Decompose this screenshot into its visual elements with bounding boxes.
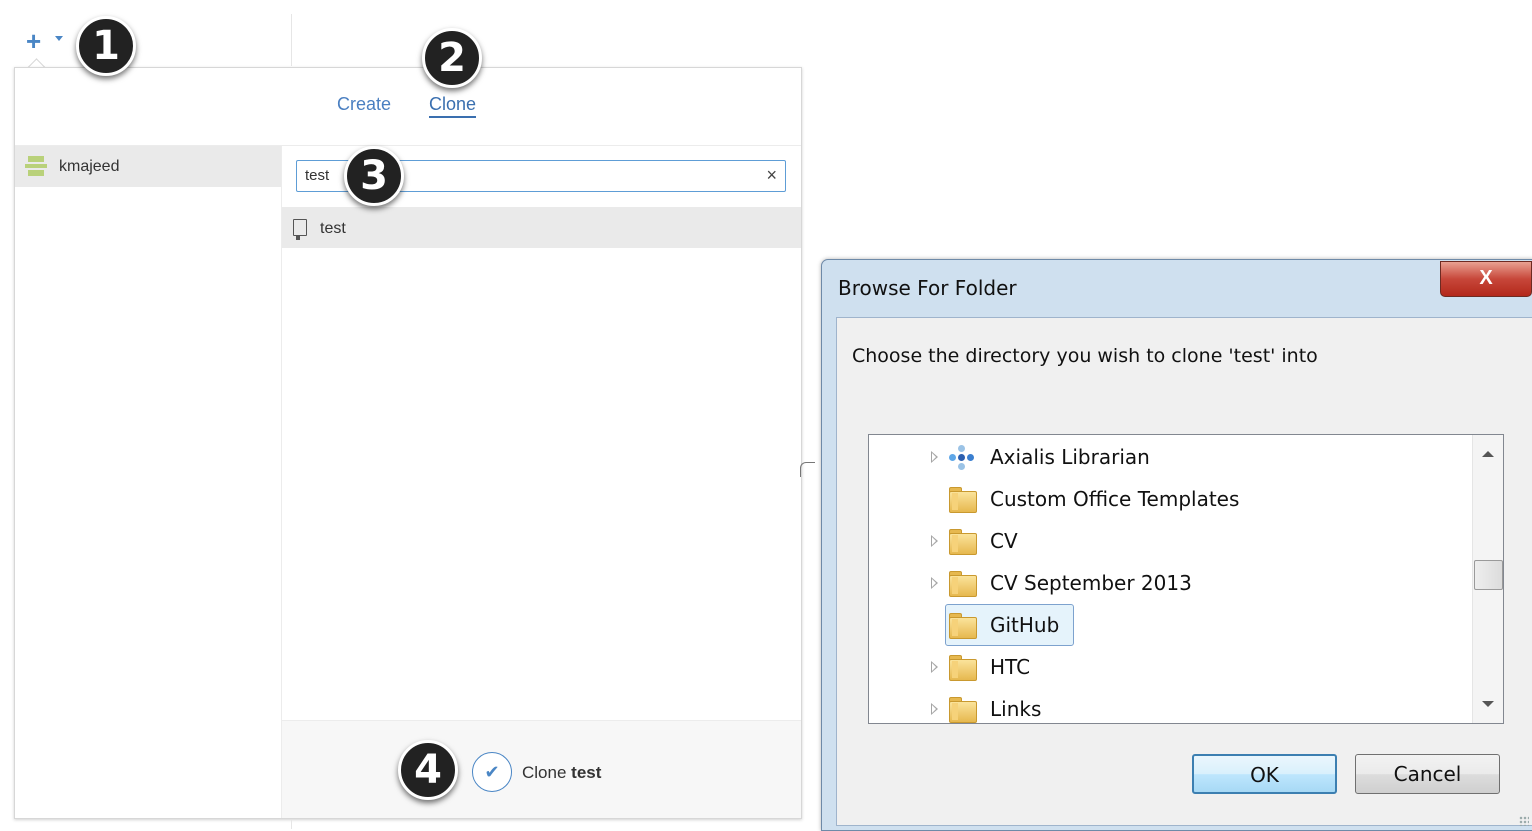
scroll-up-icon[interactable] [1482,451,1494,457]
expand-arrow-icon[interactable] [931,535,938,547]
tree-item-htc[interactable]: HTC [869,647,1469,687]
close-icon[interactable]: X [1440,261,1532,297]
add-repository-button[interactable]: + [26,28,41,54]
connector-mark [800,462,815,477]
expand-arrow-icon[interactable] [931,703,938,715]
step-badge-3: 3 [344,146,404,206]
scroll-down-icon[interactable] [1482,701,1494,707]
folder-icon [949,529,977,555]
chevron-down-icon[interactable] [55,36,63,41]
scrollbar-thumb[interactable] [1474,560,1503,590]
tree-item-label: Custom Office Templates [990,487,1240,511]
ok-button[interactable]: OK [1192,754,1337,794]
expand-arrow-icon[interactable] [931,661,938,673]
folder-icon [949,655,977,681]
tree-item-cv-september-2013[interactable]: CV September 2013 [869,563,1469,603]
avatar [25,156,47,176]
tree-item-custom-office-templates[interactable]: Custom Office Templates [869,479,1469,519]
account-name: kmajeed [59,158,120,175]
tree-item-github[interactable]: GitHub [869,604,1469,646]
toolbar-divider [291,14,292,66]
step-badge-2: 2 [422,28,482,88]
clear-icon[interactable]: × [766,165,777,186]
clone-button-label: Clone test [522,763,602,782]
check-icon: ✔ [472,752,512,792]
panel-tabs: Create Clone [15,68,801,146]
add-clone-panel: Create Clone kmajeed test × test ✔ Clone… [14,67,802,819]
tab-create[interactable]: Create [337,94,391,115]
folder-icon [949,613,977,639]
folder-icon [949,487,977,513]
dialog-title: Browse For Folder [838,276,1017,300]
tree-scrollbar[interactable] [1472,435,1503,723]
folder-icon [949,697,977,723]
repository-item[interactable]: test [282,207,801,248]
folder-tree[interactable]: Axialis Librarian Custom Office Template… [868,434,1504,724]
tab-clone[interactable]: Clone [429,94,477,118]
repositories-pane: test × test ✔ Clone test [282,146,801,818]
tree-item-label: CV [990,529,1018,553]
tree-item-label: GitHub [990,613,1060,637]
toolbar-divider-bottom [291,820,292,829]
expand-arrow-icon[interactable] [931,577,938,589]
repository-name: test [320,220,346,237]
step-badge-1: 1 [76,16,136,76]
expand-arrow-icon[interactable] [931,451,938,463]
repo-icon [293,219,307,240]
resize-grip-icon[interactable] [1519,816,1529,826]
browse-folder-dialog: Browse For Folder X Choose the directory… [821,259,1532,831]
account-item[interactable]: kmajeed [15,146,281,187]
axialis-icon [949,445,977,471]
accounts-list: kmajeed [15,146,282,818]
panel-footer: ✔ Clone test [282,720,801,818]
tree-item-label: Links [990,697,1042,721]
step-badge-4: 4 [398,740,458,800]
filter-value: test [305,167,330,184]
tree-item-axialis-librarian[interactable]: Axialis Librarian [869,437,1469,477]
dialog-description: Choose the directory you wish to clone '… [852,345,1318,367]
tree-item-cv[interactable]: CV [869,521,1469,561]
folder-icon [949,571,977,597]
tree-item-links[interactable]: Links [869,689,1469,729]
tree-item-label: Axialis Librarian [990,445,1150,469]
tree-item-label: CV September 2013 [990,571,1192,595]
cancel-button[interactable]: Cancel [1355,754,1500,794]
tree-item-label: HTC [990,655,1031,679]
clone-button[interactable]: ✔ Clone test [472,752,622,792]
